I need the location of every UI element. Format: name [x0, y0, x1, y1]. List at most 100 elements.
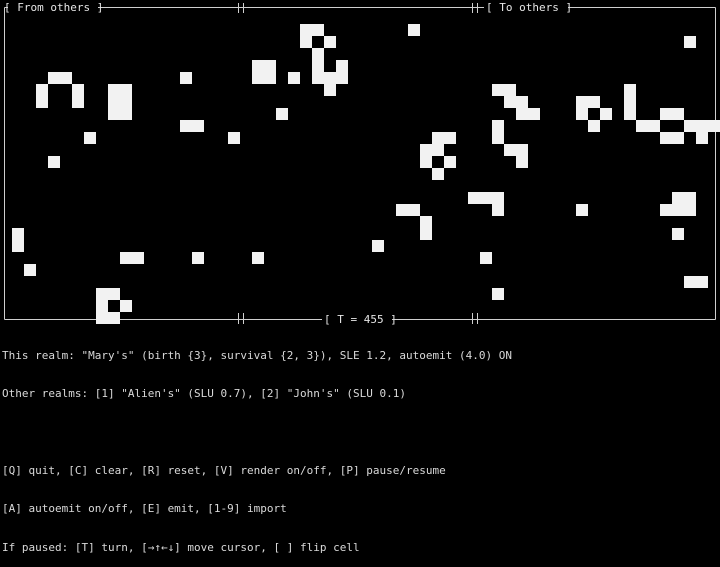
live-cell[interactable] — [72, 84, 84, 96]
live-cell[interactable] — [516, 144, 528, 156]
live-cell[interactable] — [684, 276, 696, 288]
live-cell[interactable] — [120, 252, 132, 264]
live-cell[interactable] — [96, 300, 108, 312]
live-cell[interactable] — [324, 36, 336, 48]
live-cell[interactable] — [324, 84, 336, 96]
live-cell[interactable] — [36, 84, 48, 96]
live-cell[interactable] — [492, 288, 504, 300]
live-cell[interactable] — [252, 60, 264, 72]
live-cell[interactable] — [192, 252, 204, 264]
live-cell[interactable] — [492, 84, 504, 96]
live-cell[interactable] — [48, 156, 60, 168]
live-cell[interactable] — [420, 156, 432, 168]
live-cell[interactable] — [492, 204, 504, 216]
live-cell[interactable] — [420, 228, 432, 240]
live-cell[interactable] — [396, 204, 408, 216]
live-cell[interactable] — [180, 72, 192, 84]
live-cell[interactable] — [516, 156, 528, 168]
live-cell[interactable] — [288, 72, 300, 84]
live-cell[interactable] — [492, 192, 504, 204]
live-cell[interactable] — [576, 204, 588, 216]
live-cell[interactable] — [12, 228, 24, 240]
live-cell[interactable] — [300, 24, 312, 36]
live-cell[interactable] — [336, 72, 348, 84]
live-cell[interactable] — [504, 84, 516, 96]
live-cell[interactable] — [624, 108, 636, 120]
live-cell[interactable] — [108, 108, 120, 120]
live-cell[interactable] — [576, 108, 588, 120]
live-cell[interactable] — [696, 132, 708, 144]
live-cell[interactable] — [672, 132, 684, 144]
live-cell[interactable] — [300, 36, 312, 48]
live-cell[interactable] — [576, 96, 588, 108]
live-cell[interactable] — [660, 204, 672, 216]
live-cell[interactable] — [252, 252, 264, 264]
live-cell[interactable] — [600, 108, 612, 120]
live-cell[interactable] — [312, 72, 324, 84]
live-cell[interactable] — [108, 312, 120, 324]
live-cell[interactable] — [120, 96, 132, 108]
game-board[interactable]: [ From others ] [ To others ] [ T = 455 … — [0, 0, 720, 326]
live-cell[interactable] — [132, 252, 144, 264]
live-cell[interactable] — [72, 96, 84, 108]
live-cell[interactable] — [48, 72, 60, 84]
live-cell[interactable] — [684, 192, 696, 204]
live-cell[interactable] — [588, 120, 600, 132]
live-cell[interactable] — [120, 84, 132, 96]
live-cell[interactable] — [636, 120, 648, 132]
live-cell[interactable] — [648, 120, 660, 132]
live-cell[interactable] — [408, 24, 420, 36]
live-cell[interactable] — [108, 84, 120, 96]
live-cell[interactable] — [120, 108, 132, 120]
live-cell[interactable] — [252, 72, 264, 84]
live-cell[interactable] — [276, 108, 288, 120]
live-cell[interactable] — [432, 132, 444, 144]
live-cell[interactable] — [12, 240, 24, 252]
live-cell[interactable] — [624, 96, 636, 108]
live-cell[interactable] — [516, 96, 528, 108]
live-cell[interactable] — [672, 108, 684, 120]
live-cell[interactable] — [708, 120, 720, 132]
live-cell[interactable] — [696, 120, 708, 132]
live-cell[interactable] — [96, 312, 108, 324]
live-cell[interactable] — [660, 108, 672, 120]
live-cell[interactable] — [312, 24, 324, 36]
live-cell[interactable] — [492, 120, 504, 132]
live-cell[interactable] — [36, 96, 48, 108]
live-cell[interactable] — [504, 144, 516, 156]
live-cell[interactable] — [444, 156, 456, 168]
live-cell[interactable] — [120, 300, 132, 312]
live-cell[interactable] — [96, 288, 108, 300]
live-cell[interactable] — [588, 96, 600, 108]
live-cell[interactable] — [624, 84, 636, 96]
live-cell[interactable] — [312, 48, 324, 60]
live-cell[interactable] — [684, 120, 696, 132]
live-cell[interactable] — [192, 120, 204, 132]
live-cell[interactable] — [336, 60, 348, 72]
live-cell[interactable] — [408, 204, 420, 216]
live-cell[interactable] — [60, 72, 72, 84]
live-cell[interactable] — [660, 132, 672, 144]
live-cell[interactable] — [432, 144, 444, 156]
live-cell[interactable] — [672, 228, 684, 240]
live-cell[interactable] — [324, 72, 336, 84]
live-cell[interactable] — [492, 132, 504, 144]
live-cell[interactable] — [372, 240, 384, 252]
live-cell[interactable] — [24, 264, 36, 276]
live-cell[interactable] — [432, 168, 444, 180]
live-cell[interactable] — [420, 144, 432, 156]
live-cell[interactable] — [684, 36, 696, 48]
live-cell[interactable] — [180, 120, 192, 132]
live-cell[interactable] — [696, 276, 708, 288]
live-cell[interactable] — [504, 96, 516, 108]
live-cell[interactable] — [444, 132, 456, 144]
live-cell[interactable] — [528, 108, 540, 120]
live-cell[interactable] — [108, 288, 120, 300]
live-cell[interactable] — [480, 192, 492, 204]
cell-grid[interactable] — [12, 24, 720, 324]
live-cell[interactable] — [480, 252, 492, 264]
live-cell[interactable] — [516, 108, 528, 120]
live-cell[interactable] — [108, 96, 120, 108]
live-cell[interactable] — [684, 204, 696, 216]
live-cell[interactable] — [672, 192, 684, 204]
